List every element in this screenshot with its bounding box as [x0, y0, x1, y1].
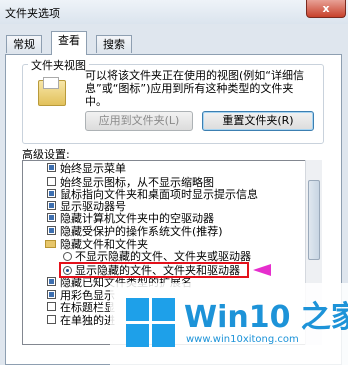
watermark-brand: Win10 之家: [184, 300, 348, 335]
checkbox[interactable]: [47, 302, 56, 311]
watermark-url: www.win10xitong.com: [186, 334, 299, 345]
checkbox[interactable]: [47, 189, 56, 198]
checkbox[interactable]: [47, 277, 56, 286]
tab-general[interactable]: 常规: [6, 35, 42, 53]
checkbox[interactable]: [47, 226, 56, 235]
tab-search[interactable]: 搜索: [96, 35, 132, 53]
folder-views-label: 文件夹视图: [28, 57, 89, 73]
checkbox[interactable]: [47, 163, 56, 172]
folder-views-description: 可以将该文件夹正在使用的视图(例如“详细信息”或“图标”)应用到所有这种类型的文…: [85, 69, 304, 108]
window-title: 文件夹选项: [5, 7, 60, 20]
close-button[interactable]: x: [306, 0, 346, 18]
checkbox[interactable]: [47, 177, 56, 186]
tab-strip: 常规 查看 搜索: [0, 31, 348, 55]
scroll-thumb[interactable]: [308, 180, 320, 260]
checkbox[interactable]: [47, 315, 56, 324]
folder-views-icon: [38, 77, 66, 106]
highlight-box: [59, 262, 249, 278]
checkbox[interactable]: [47, 201, 56, 210]
title-bar: 文件夹选项 x: [0, 0, 348, 24]
pointer-arrow: [253, 264, 271, 276]
folder-icon: [45, 240, 56, 248]
apply-to-folders-button[interactable]: 应用到文件夹(L): [85, 111, 193, 131]
radio-button[interactable]: [63, 252, 72, 261]
tab-view[interactable]: 查看: [51, 31, 87, 55]
reset-folders-button[interactable]: 重置文件夹(R): [202, 111, 314, 131]
checkbox[interactable]: [47, 290, 56, 299]
windows-logo-icon: [126, 298, 176, 348]
checkbox[interactable]: [47, 213, 56, 222]
